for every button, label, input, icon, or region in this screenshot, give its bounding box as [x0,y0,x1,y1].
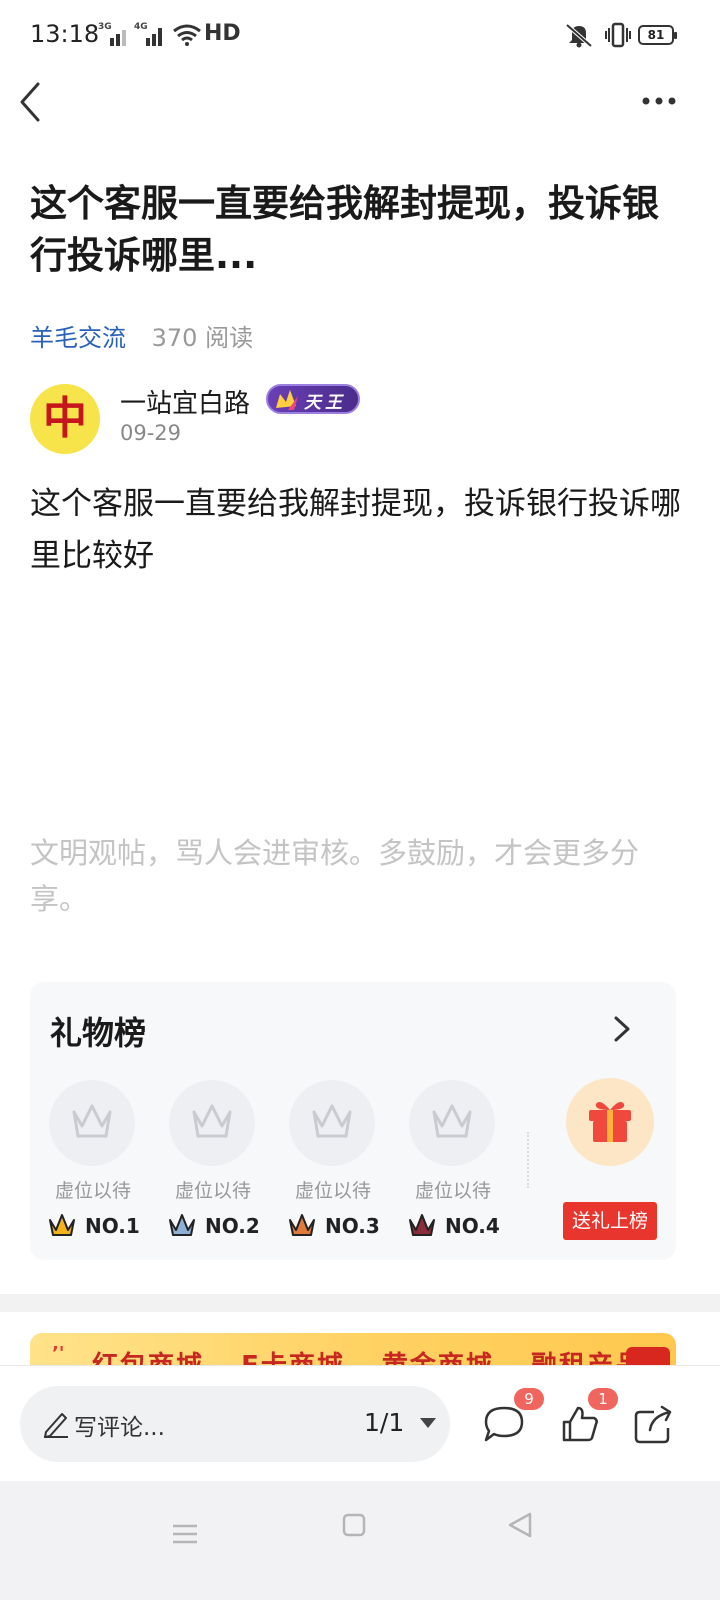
crown-outline-icon [72,1104,112,1138]
slot-rank: NO.3 [287,1212,407,1238]
post-meta: 羊毛交流 370 阅读 [30,318,253,353]
community-notice: 文明观帖，骂人会进审核。多鼓励，才会更多分享。 [30,836,640,916]
mall-banner[interactable]: ʼ' 红包商城 E卡商城 黄金商城 融租产品 [30,1333,676,1365]
mall-item[interactable]: 黄金商城 [382,1351,494,1365]
level-badge-text: 天王 [304,393,346,413]
gift-box-icon [589,1102,631,1142]
comment-icon[interactable] [482,1404,526,1444]
sparkle-icon: ʼ' [52,1343,65,1364]
empty-slot-avatar [49,1080,135,1166]
vibrate-icon [605,22,631,48]
crown-icon [49,1214,75,1236]
crown-outline-icon [192,1104,232,1138]
post-detail-page: 13:18 3G 4G HD 81 这个客服一直要给我解封提现，投诉银行投诉哪里… [0,0,720,1600]
send-gift-button[interactable]: 送礼上榜 [563,1202,657,1240]
battery-icon: 81 [638,25,677,45]
signal-icon: 3G [98,22,130,48]
mute-icon [565,23,593,48]
slot-rank: NO.2 [167,1212,287,1238]
divider [527,1132,529,1188]
more-options-button[interactable] [638,88,680,114]
slot-label: 虚位以待 [294,1180,371,1202]
empty-slot-avatar [409,1080,495,1166]
like-icon[interactable] [558,1404,602,1444]
wifi-icon [173,24,201,46]
slot-rank: NO.1 [47,1212,167,1238]
like-count-badge: 1 [588,1388,618,1410]
home-icon[interactable] [342,1513,366,1537]
caret-down-icon[interactable] [418,1416,438,1430]
section-divider [0,1294,720,1312]
page-indicator[interactable]: 1/1 [364,1408,404,1437]
status-time: 13:18 [30,20,100,48]
signal-icon: 4G [134,22,166,48]
avatar[interactable]: 中 [30,384,100,454]
gift-board-card: 礼物榜 虚位以待 NO.1 虚位以待 NO.2 虚位以待 NO.3 虚位以待 N… [30,982,676,1260]
crown-icon [409,1214,435,1236]
slot-label: 虚位以待 [414,1180,491,1202]
system-back-icon[interactable] [506,1511,534,1539]
comment-placeholder: 写评论... [74,1415,165,1441]
crown-wing-icon [276,390,298,410]
slot-rank: NO.4 [407,1212,527,1238]
crown-outline-icon [432,1104,472,1138]
chevron-right-icon[interactable] [610,1014,634,1044]
empty-slot-avatar [169,1080,255,1166]
read-count: 370 阅读 [151,324,254,352]
crown-icon [289,1214,315,1236]
mall-item[interactable]: E卡商城 [241,1351,345,1365]
level-badge: 天王 [266,384,360,414]
recent-apps-icon[interactable] [172,1523,198,1545]
empty-slot-avatar [289,1080,375,1166]
bottom-action-bar: 写评论... 1/1 9 1 [0,1365,720,1481]
avatar-glyph: 中 [43,393,87,444]
comment-input[interactable]: 写评论... 1/1 [20,1386,450,1462]
mall-item[interactable]: 红包商城 [92,1351,204,1365]
gift-button[interactable] [566,1078,654,1166]
post-content: 这个客服一直要给我解封提现，投诉银行投诉哪里比较好 [30,486,681,574]
back-button[interactable] [14,78,54,126]
category-link[interactable]: 羊毛交流 [30,324,126,352]
author-name[interactable]: 一站宜白路 [120,383,250,420]
post-date: 09-29 [120,421,182,445]
red-envelope-icon [626,1347,670,1365]
status-bar: 13:18 3G 4G HD 81 [0,0,720,72]
crown-outline-icon [312,1104,352,1138]
system-navigation-bar [0,1481,720,1600]
post-title: 这个客服一直要给我解封提现，投诉银行投诉哪里... [30,182,659,277]
crown-icon [169,1214,195,1236]
share-icon[interactable] [632,1404,676,1444]
slot-label: 虚位以待 [174,1180,251,1202]
network-label: HD [204,21,241,46]
gift-board-title: 礼物榜 [50,1014,147,1052]
pen-icon [44,1413,68,1438]
slot-label: 虚位以待 [54,1180,131,1202]
mall-banner-items: 红包商城 E卡商城 黄金商城 融租产品 [92,1345,676,1365]
comment-count-badge: 9 [514,1388,544,1410]
